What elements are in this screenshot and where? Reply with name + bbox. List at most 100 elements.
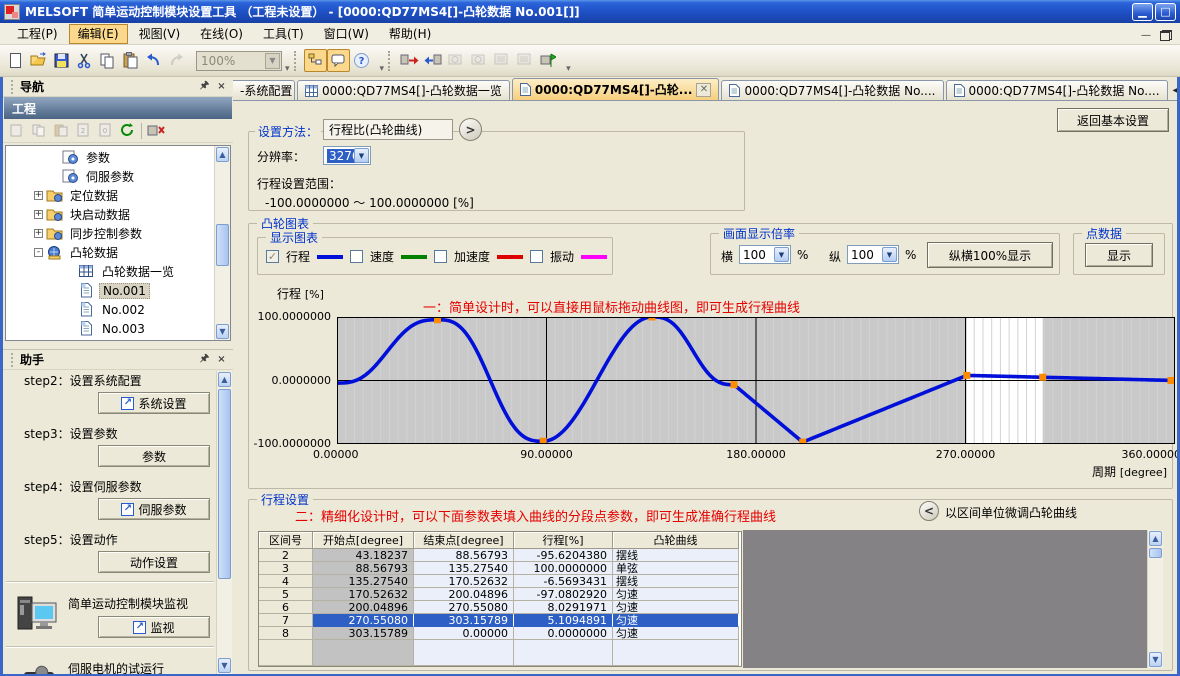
tree-item-No.001[interactable]: No.001 (6, 281, 214, 300)
cell-end-point[interactable]: 135.27540 (414, 562, 514, 575)
cell-start-point[interactable]: 43.18237 (313, 549, 414, 562)
open-file-icon[interactable] (27, 49, 50, 72)
minimize-button[interactable]: ▁ (1132, 3, 1153, 21)
paste-icon[interactable] (119, 49, 142, 72)
mdi-restore-button[interactable] (1158, 27, 1174, 41)
assistant-button-监视[interactable]: ↗监视 (98, 616, 210, 638)
cell-cam-curve[interactable]: 摆线 (613, 549, 739, 562)
cell-start-point[interactable]: 200.04896 (313, 601, 414, 614)
cell-stroke[interactable]: 5.1094891 (514, 614, 613, 627)
close-icon[interactable]: × (214, 353, 229, 367)
zoom-combobox[interactable]: 100%▼ (196, 51, 282, 71)
table-scrollbar[interactable]: ▲ ▼ (1147, 530, 1163, 668)
cell-stroke[interactable]: 0.0000000 (514, 627, 613, 640)
fine-tune-button[interactable]: < (919, 501, 939, 521)
cell-stroke[interactable]: -97.0802920 (514, 588, 613, 601)
scroll-up-icon[interactable]: ▲ (1149, 531, 1162, 546)
tree-item-定位数据[interactable]: +定位数据 (6, 186, 214, 205)
mdi-minimize-button[interactable]: — (1138, 27, 1154, 41)
cell-cam-curve[interactable]: 匀速 (613, 601, 739, 614)
assistant-button-伺服参数[interactable]: ↗伺服参数 (98, 498, 210, 520)
module-monitor2-icon[interactable] (513, 49, 536, 72)
menu-item-7[interactable]: 帮助(H) (380, 24, 440, 44)
copy-icon[interactable] (96, 49, 119, 72)
show-point-data-button[interactable]: 显示 (1085, 243, 1153, 267)
menu-item-3[interactable]: 视图(V) (130, 24, 190, 44)
tree-item-label[interactable]: No.002 (99, 303, 148, 317)
tree-item-label[interactable]: 参数 (83, 149, 113, 166)
cell-start-point[interactable]: 88.56793 (313, 562, 414, 575)
close-tab-icon[interactable]: ✕ (696, 83, 711, 97)
curve-point-marker[interactable] (1168, 377, 1175, 384)
tree-item-参数[interactable]: 参数 (6, 148, 214, 167)
series-checkbox-加速度[interactable] (434, 250, 447, 263)
undo-icon[interactable] (142, 49, 165, 72)
menu-item-5[interactable]: 工具(T) (254, 24, 313, 44)
save-icon[interactable] (50, 49, 73, 72)
cell-stroke[interactable]: 8.0291971 (514, 601, 613, 614)
assistant-button-参数[interactable]: 参数 (98, 445, 210, 467)
series-checkbox-速度[interactable] (350, 250, 363, 263)
project-toolbar-refresh-icon[interactable] (117, 121, 137, 141)
cell-start-point[interactable]: 303.15789 (313, 627, 414, 640)
scroll-down-icon[interactable]: ▼ (216, 324, 229, 339)
curve-point-marker[interactable] (1039, 374, 1046, 381)
menu-item-2[interactable]: 编辑(E) (69, 24, 128, 44)
cell-start-point[interactable]: 135.27540 (313, 575, 414, 588)
tree-item-label[interactable]: No.003 (99, 322, 148, 336)
curve-point-marker[interactable] (963, 372, 970, 379)
curve-point-marker[interactable] (730, 381, 737, 388)
scroll-up-icon[interactable]: ▲ (216, 147, 229, 162)
cell-end-point[interactable]: 270.55080 (414, 601, 514, 614)
document-tab-4[interactable]: 0000:QD77MS4[]-凸轮数据 No.... (721, 80, 943, 100)
cell-cam-curve[interactable]: 匀速 (613, 588, 739, 601)
cell-end-point[interactable]: 200.04896 (414, 588, 514, 601)
chevron-down-icon[interactable]: ▼ (774, 247, 789, 262)
cell-start-point[interactable]: 170.52632 (313, 588, 414, 601)
series-checkbox-振动[interactable] (530, 250, 543, 263)
write-to-module-icon[interactable] (398, 49, 421, 72)
redo-icon[interactable] (165, 49, 188, 72)
project-toolbar-doc1-icon[interactable]: 2 (73, 121, 93, 141)
cell-end-point[interactable]: 0.00000 (414, 627, 514, 640)
expand-icon[interactable]: + (34, 191, 43, 200)
assistant-button-动作设置[interactable]: 动作设置 (98, 551, 210, 573)
back-to-basic-settings-button[interactable]: 返回基本设置 (1057, 108, 1169, 132)
document-tab-1[interactable]: -系统配置 (233, 80, 295, 100)
document-tab-5[interactable]: 0000:QD77MS4[]-凸轮数据 No.... (946, 80, 1168, 100)
tree-item-label[interactable]: 凸轮数据一览 (99, 263, 177, 280)
cell-end-point[interactable]: 88.56793 (414, 549, 514, 562)
project-toolbar-doc2-icon[interactable]: 0 (95, 121, 115, 141)
tree-item-凸轮数据[interactable]: -凸轮数据 (6, 243, 214, 262)
toolbar-overflow-icon[interactable]: ▾ (379, 64, 386, 76)
cell-end-point[interactable]: 170.52632 (414, 575, 514, 588)
assistant-window-icon[interactable] (327, 49, 350, 72)
tree-item-label[interactable]: 伺服参数 (83, 168, 137, 185)
cell-cam-curve[interactable]: 单弦 (613, 562, 739, 575)
scroll-down-icon[interactable]: ▼ (218, 658, 231, 673)
vertical-zoom-combobox[interactable]: 100▼ (847, 245, 899, 264)
navigation-window-icon[interactable] (304, 49, 327, 72)
toolbar-overflow-icon[interactable]: ▾ (284, 64, 291, 76)
chevron-down-icon[interactable]: ▼ (354, 148, 369, 163)
scroll-up-icon[interactable]: ▲ (218, 372, 231, 387)
expand-icon[interactable]: + (34, 229, 43, 238)
tree-item-label[interactable]: 凸轮数据 (67, 244, 121, 261)
tree-item-同步控制参数[interactable]: +同步控制参数 (6, 224, 214, 243)
menu-item-1[interactable]: 工程(P) (8, 24, 67, 44)
chevron-down-icon[interactable]: ▼ (882, 247, 897, 262)
tree-item-伺服参数[interactable]: 伺服参数 (6, 167, 214, 186)
tree-item-No.003[interactable]: No.003 (6, 319, 214, 338)
test-mode-icon[interactable] (536, 49, 559, 72)
maximize-button[interactable]: □ (1155, 3, 1176, 21)
module-monitor-icon[interactable] (490, 49, 513, 72)
cell-cam-curve[interactable]: 匀速 (613, 614, 739, 627)
resolution-combobox[interactable]: 32768 ▼ (323, 146, 371, 165)
tree-scrollbar[interactable]: ▲ ▼ (214, 146, 230, 340)
cell-cam-curve[interactable]: 匀速 (613, 627, 739, 640)
zoom-dropdown-arrow[interactable]: ▼ (265, 53, 280, 69)
read-from-module-icon[interactable] (421, 49, 444, 72)
project-toolbar-new-icon[interactable] (7, 121, 27, 141)
cell-stroke[interactable]: -6.5693431 (514, 575, 613, 588)
cut-icon[interactable] (73, 49, 96, 72)
